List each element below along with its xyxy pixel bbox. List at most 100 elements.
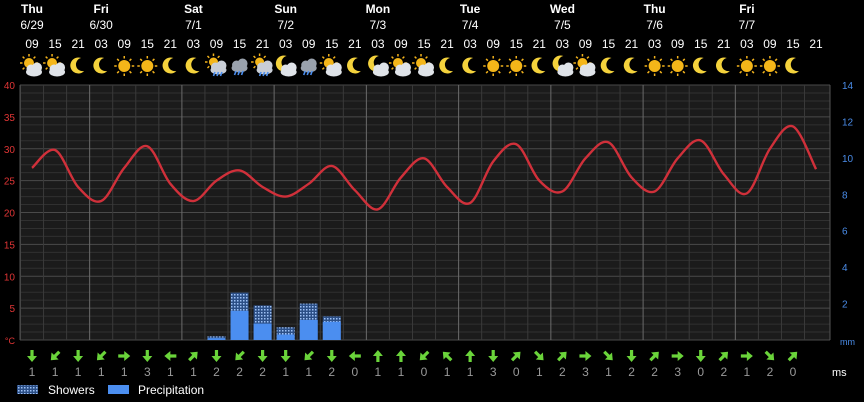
hour-label: 15 xyxy=(48,37,62,51)
wind-speed: 1 xyxy=(536,365,543,379)
y-tick-left: 5 xyxy=(9,304,15,315)
moon-icon xyxy=(715,57,730,74)
wind-arrow-icon xyxy=(510,351,521,362)
day-date: 7/6 xyxy=(646,18,663,32)
y-tick-left: 20 xyxy=(4,209,16,220)
wind-arrow-icon xyxy=(764,350,775,361)
y-tick-right: 12 xyxy=(842,117,854,128)
hour-label: 09 xyxy=(25,37,39,51)
moon-cloud-icon xyxy=(552,55,574,77)
y-tick-left: 30 xyxy=(4,145,16,156)
wind-speed: 3 xyxy=(490,365,497,379)
y-unit-left: °C xyxy=(5,336,16,346)
hour-label: 03 xyxy=(556,37,570,51)
wind-arrow-icon xyxy=(348,351,361,361)
wind-arrow-icon xyxy=(465,350,476,362)
rain-cloud-icon xyxy=(300,58,317,76)
wind-arrow-icon xyxy=(603,350,613,361)
sun-cloud-icon xyxy=(388,54,411,77)
wind-speed: 1 xyxy=(121,365,128,379)
y-axis-right: 14 12 10 8 6 4 2 mm xyxy=(840,81,855,347)
y-axis-left: 40 35 30 25 20 15 10 5 °C xyxy=(4,81,16,346)
precipitation-bar xyxy=(253,323,272,340)
moon-icon xyxy=(531,57,546,74)
hour-label: 15 xyxy=(233,37,247,51)
wind-speed: 3 xyxy=(144,365,151,379)
wind-arrow-icon xyxy=(211,350,222,362)
rain-cloud-icon xyxy=(231,58,248,76)
hour-label: 15 xyxy=(417,37,431,51)
wind-arrow-icon xyxy=(27,350,37,362)
weather-icons xyxy=(20,53,799,77)
sun-cloud-icon xyxy=(43,54,66,77)
wind-speed: 1 xyxy=(605,365,612,379)
precipitation-bar xyxy=(299,319,318,340)
wind-speed: 1 xyxy=(167,365,174,379)
wind-speed: 2 xyxy=(559,365,566,379)
hour-label: 15 xyxy=(141,37,155,51)
day-date: 7/5 xyxy=(554,18,571,32)
day-name: Sun xyxy=(274,2,297,16)
wind-arrow-icon xyxy=(188,351,198,362)
precipitation-bar xyxy=(230,310,249,340)
day-date: 7/7 xyxy=(739,18,756,32)
hour-label: 03 xyxy=(740,37,754,51)
wind-arrow-icon xyxy=(488,350,499,362)
hour-label: 03 xyxy=(371,37,385,51)
wind-speed: 2 xyxy=(236,365,243,379)
precipitation-bar xyxy=(207,338,226,340)
wind-speed: 0 xyxy=(351,365,358,379)
moon-cloud-icon xyxy=(275,55,297,77)
precipitation-swatch xyxy=(108,385,129,394)
wind-arrow-icon xyxy=(626,350,637,362)
hour-label: 21 xyxy=(256,37,270,51)
moon-icon xyxy=(623,57,638,74)
y-tick-right: 2 xyxy=(842,300,848,311)
moon-icon xyxy=(439,57,454,74)
weather-chart: Thu 6/29 Fri 6/30 Sat 7/1 Sun 7/2 Mon 7/3 Tue 7/4 We… xyxy=(4,2,855,397)
day-name: Wed xyxy=(550,2,575,16)
hour-label: 21 xyxy=(809,37,823,51)
precipitation-bar xyxy=(322,321,341,340)
legend: Showers Precipitation xyxy=(17,383,204,397)
moon-icon xyxy=(93,57,108,74)
hour-label: 09 xyxy=(302,37,316,51)
wind-arrow-icon xyxy=(579,351,592,361)
showers-swatch xyxy=(17,385,38,394)
hour-label: 09 xyxy=(763,37,777,51)
wind-arrow-icon xyxy=(326,350,337,362)
day-name: Tue xyxy=(460,2,481,16)
y-tick-left: 40 xyxy=(4,81,16,92)
day-name: Fri xyxy=(739,2,754,16)
wind-speed: 1 xyxy=(98,365,105,379)
wind-arrow-icon xyxy=(280,350,291,362)
y-tick-right: 8 xyxy=(842,190,848,201)
hour-label: 21 xyxy=(71,37,85,51)
hour-label: 09 xyxy=(394,37,408,51)
wind-speed: 2 xyxy=(328,365,335,379)
wind-arrow-icon xyxy=(557,351,567,362)
sun-cloud-icon xyxy=(20,54,42,77)
wind-speed: 2 xyxy=(767,365,774,379)
wind-arrow-icon xyxy=(718,351,729,362)
wind-speed: 1 xyxy=(398,365,405,379)
hour-label: 03 xyxy=(648,37,662,51)
wind-speed: 3 xyxy=(674,365,681,379)
y-tick-left: 10 xyxy=(4,272,16,283)
wind-arrow-icon xyxy=(142,350,153,362)
wind-speed: 0 xyxy=(697,365,704,379)
day-date: 7/1 xyxy=(185,18,202,32)
sun-rain-icon xyxy=(251,53,273,77)
day-date: 7/4 xyxy=(462,18,479,32)
wind-arrow-icon xyxy=(164,351,177,361)
hour-labels: 09 15 21 03 09 15 21 03 09 15 21 03 09 15 21 03 09 15 21 03… xyxy=(25,37,823,51)
hour-label: 21 xyxy=(625,37,639,51)
wind-arrow-icon xyxy=(649,351,659,362)
day-date: 6/29 xyxy=(20,18,44,32)
wind-arrow-icon xyxy=(235,350,245,361)
moon-icon xyxy=(70,57,85,74)
sun-icon xyxy=(483,56,504,76)
hour-label: 09 xyxy=(118,37,132,51)
hour-label: 15 xyxy=(325,37,339,51)
hour-label: 15 xyxy=(602,37,616,51)
